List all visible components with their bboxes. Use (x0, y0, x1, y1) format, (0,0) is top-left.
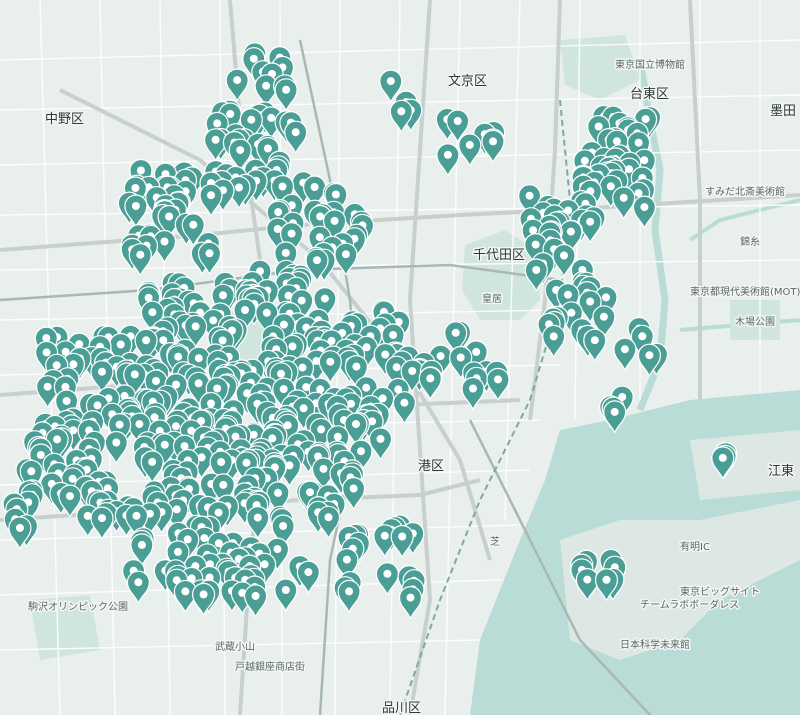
label-kokyo: 皇居 (482, 292, 502, 305)
label-minato: 港区 (418, 459, 444, 474)
label-big-sight: 東京ビッグサイト (680, 585, 760, 598)
label-nakano: 中野区 (45, 112, 84, 127)
label-ariake: 有明IC (680, 540, 710, 553)
label-komazawa: 駒沢オリンピック公園 (28, 600, 128, 613)
label-kiba: 木場公園 (735, 315, 775, 328)
label-chiyoda: 千代田区 (473, 248, 525, 263)
label-miraikan: 日本科学未来館 (620, 638, 690, 651)
label-kinshicho: 錦糸 (740, 235, 760, 248)
label-shiba: 芝 (490, 535, 500, 548)
label-togoshi: 戸越銀座商店街 (235, 660, 305, 673)
label-mot: 東京都現代美術館(MOT) (690, 285, 800, 298)
label-musashikoyama: 武蔵小山 (215, 640, 255, 653)
label-kokuritsu: 東京国立博物館 (615, 58, 685, 71)
label-sumida-museum: すみだ北斎美術館 (705, 185, 785, 198)
label-shinagawa: 品川区 (382, 701, 421, 715)
map-canvas[interactable]: 中野区 文京区 台東区 墨田 千代田区 東京 港区 江東 品川区 駒沢オリンピッ… (0, 0, 800, 715)
label-teamlab: チームラボボーダレス (640, 598, 739, 611)
label-sumida: 墨田 (770, 104, 796, 119)
label-taito: 台東区 (630, 86, 669, 102)
label-bunkyo: 文京区 (448, 74, 487, 89)
label-koto: 江東 (768, 463, 794, 479)
